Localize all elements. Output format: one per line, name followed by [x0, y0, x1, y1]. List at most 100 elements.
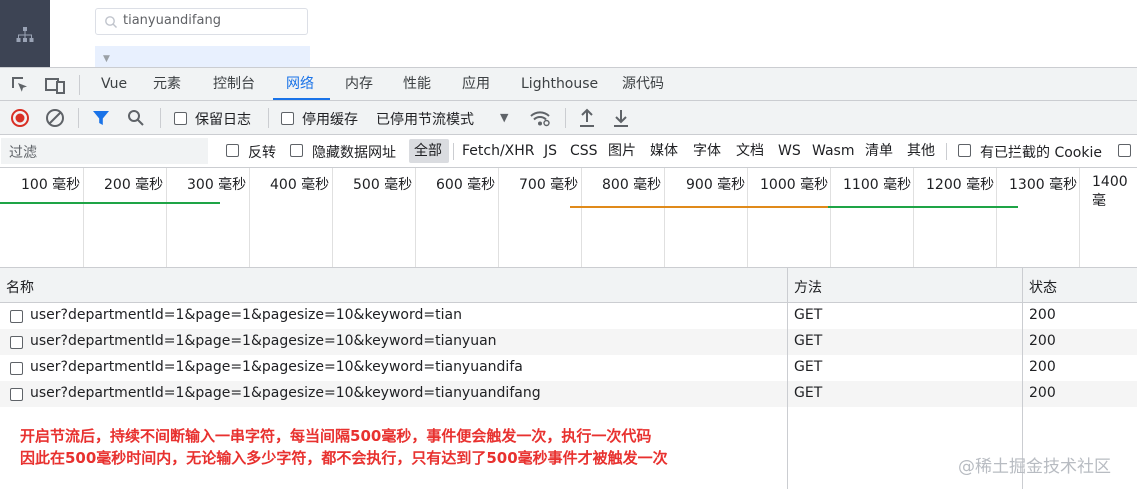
- request-status: 200: [1029, 385, 1056, 401]
- table-row[interactable]: user?departmentId=1&page=1&pagesize=10&k…: [0, 355, 1137, 381]
- filter-chip-other[interactable]: 其他: [907, 140, 935, 163]
- org-tree-icon[interactable]: [15, 26, 35, 44]
- filter-chip-font[interactable]: 字体: [693, 140, 721, 163]
- filter-chip-js[interactable]: JS: [544, 140, 557, 163]
- row-checkbox[interactable]: [10, 336, 23, 349]
- request-status: 200: [1029, 359, 1056, 375]
- hide-data-urls-checkbox[interactable]: [290, 144, 303, 157]
- side-rail: [0, 0, 50, 67]
- timeline-gridline: [996, 168, 997, 267]
- clear-icon[interactable]: [45, 108, 65, 128]
- filter-bar: 过滤 反转 隐藏数据网址 全部 Fetch/XHR JS CSS 图片 媒体 字…: [0, 135, 1137, 168]
- timeline-label: 800 毫秒: [602, 177, 662, 193]
- request-method: GET: [794, 359, 823, 375]
- filter-chip-manifest[interactable]: 清单: [865, 140, 893, 163]
- export-har-icon[interactable]: [612, 108, 630, 128]
- tab-elements[interactable]: 元素: [153, 68, 181, 100]
- import-har-icon[interactable]: [578, 108, 596, 128]
- timeline-gridline: [1079, 168, 1080, 267]
- filter-chip-wasm[interactable]: Wasm: [812, 140, 854, 163]
- tab-performance[interactable]: 性能: [403, 68, 431, 100]
- disable-cache-checkbox[interactable]: [281, 112, 294, 125]
- filter-chip-all[interactable]: 全部: [414, 140, 442, 163]
- inspect-element-icon[interactable]: [10, 75, 30, 95]
- filter-icon[interactable]: [92, 109, 110, 127]
- filter-chip-css[interactable]: CSS: [570, 140, 598, 163]
- network-conditions-icon[interactable]: [529, 109, 551, 127]
- column-header-name[interactable]: 名称: [6, 277, 34, 297]
- search-value: tianyuandifang: [123, 13, 221, 28]
- timeline-label: 1100 毫秒: [843, 177, 912, 193]
- row-checkbox[interactable]: [10, 388, 23, 401]
- table-row[interactable]: user?departmentId=1&page=1&pagesize=10&k…: [0, 381, 1137, 407]
- timeline-label: 200 毫秒: [104, 177, 164, 193]
- throttling-select[interactable]: 已停用节流模式: [376, 109, 474, 129]
- preserve-log-label: 保留日志: [195, 112, 251, 128]
- search-input[interactable]: tianyuandifang: [95, 8, 308, 35]
- request-method: GET: [794, 307, 823, 323]
- timeline-overview[interactable]: 100 毫秒 200 毫秒 300 毫秒 400 毫秒 500 毫秒 600 毫…: [0, 168, 1137, 268]
- preserve-log-checkbox[interactable]: [174, 112, 187, 125]
- timeline-label: 1200 毫秒: [926, 177, 995, 193]
- timeline-gridline: [913, 168, 914, 267]
- tab-vue[interactable]: Vue: [101, 68, 127, 100]
- filter-divider: [946, 143, 947, 160]
- filter-chip-fetch-xhr[interactable]: Fetch/XHR: [462, 140, 535, 163]
- request-table-header: 名称 方法 状态: [0, 268, 1137, 303]
- tabbar-divider: [79, 75, 80, 95]
- tab-memory[interactable]: 内存: [345, 68, 373, 100]
- disable-cache-label: 停用缓存: [302, 112, 358, 128]
- filter-chip-media[interactable]: 媒体: [650, 140, 678, 163]
- timeline-gridline: [581, 168, 582, 267]
- timeline-label: 300 毫秒: [187, 177, 247, 193]
- tab-network[interactable]: 网络: [286, 68, 314, 100]
- tree-node-selected[interactable]: ▼: [95, 46, 310, 67]
- timeline-label: 1400 毫: [1092, 174, 1128, 209]
- column-header-method[interactable]: 方法: [794, 277, 822, 297]
- annotation-line-1: 开启节流后，持续不间断输入一串字符，每当间隔500毫秒，事件便会触发一次，执行一…: [20, 427, 652, 445]
- request-name: user?departmentId=1&page=1&pagesize=10&k…: [30, 333, 497, 349]
- tab-lighthouse[interactable]: Lighthouse: [521, 68, 598, 100]
- search-icon[interactable]: [127, 109, 145, 127]
- blocked-cookies-checkbox[interactable]: [958, 144, 971, 157]
- row-checkbox[interactable]: [10, 362, 23, 375]
- active-tab-indicator: [273, 98, 330, 100]
- request-name: user?departmentId=1&page=1&pagesize=10&k…: [30, 307, 462, 323]
- dropdown-arrow-icon[interactable]: ▼: [500, 111, 508, 124]
- filter-input[interactable]: 过滤: [1, 138, 208, 164]
- timeline-gridline: [166, 168, 167, 267]
- filter-chip-ws[interactable]: WS: [778, 140, 801, 163]
- invert-checkbox[interactable]: [226, 144, 239, 157]
- tab-console[interactable]: 控制台: [213, 68, 255, 100]
- request-name: user?departmentId=1&page=1&pagesize=10&k…: [30, 359, 523, 375]
- filter-chip-img[interactable]: 图片: [608, 140, 636, 163]
- device-toolbar-icon[interactable]: [44, 75, 66, 95]
- request-bar-green: [828, 206, 1018, 208]
- request-method: GET: [794, 385, 823, 401]
- timeline-gridline: [498, 168, 499, 267]
- timeline-gridline: [830, 168, 831, 267]
- row-checkbox[interactable]: [10, 310, 23, 323]
- toolbar-divider: [565, 108, 566, 128]
- toolbar-divider: [78, 108, 79, 128]
- timeline-gridline: [249, 168, 250, 267]
- timeline-label: 700 毫秒: [519, 177, 579, 193]
- filter-divider: [453, 143, 454, 160]
- request-status: 200: [1029, 307, 1056, 323]
- timeline-label: 900 毫秒: [686, 177, 746, 193]
- blocked-requests-checkbox[interactable]: [1118, 144, 1131, 157]
- filter-chip-doc[interactable]: 文档: [736, 140, 764, 163]
- chevron-down-icon: ▼: [103, 54, 110, 64]
- timeline-label: 500 毫秒: [353, 177, 413, 193]
- record-stop-icon[interactable]: [10, 108, 30, 128]
- timeline-gridline: [415, 168, 416, 267]
- column-header-status[interactable]: 状态: [1029, 277, 1057, 297]
- search-icon: [105, 16, 117, 28]
- tab-sources[interactable]: 源代码: [622, 68, 664, 100]
- invert-label: 反转: [248, 145, 276, 161]
- table-row[interactable]: user?departmentId=1&page=1&pagesize=10&k…: [0, 329, 1137, 355]
- timeline-label: 1000 毫秒: [760, 177, 829, 193]
- tab-application[interactable]: 应用: [462, 68, 490, 100]
- column-divider[interactable]: [787, 268, 788, 489]
- table-row[interactable]: user?departmentId=1&page=1&pagesize=10&k…: [0, 303, 1137, 329]
